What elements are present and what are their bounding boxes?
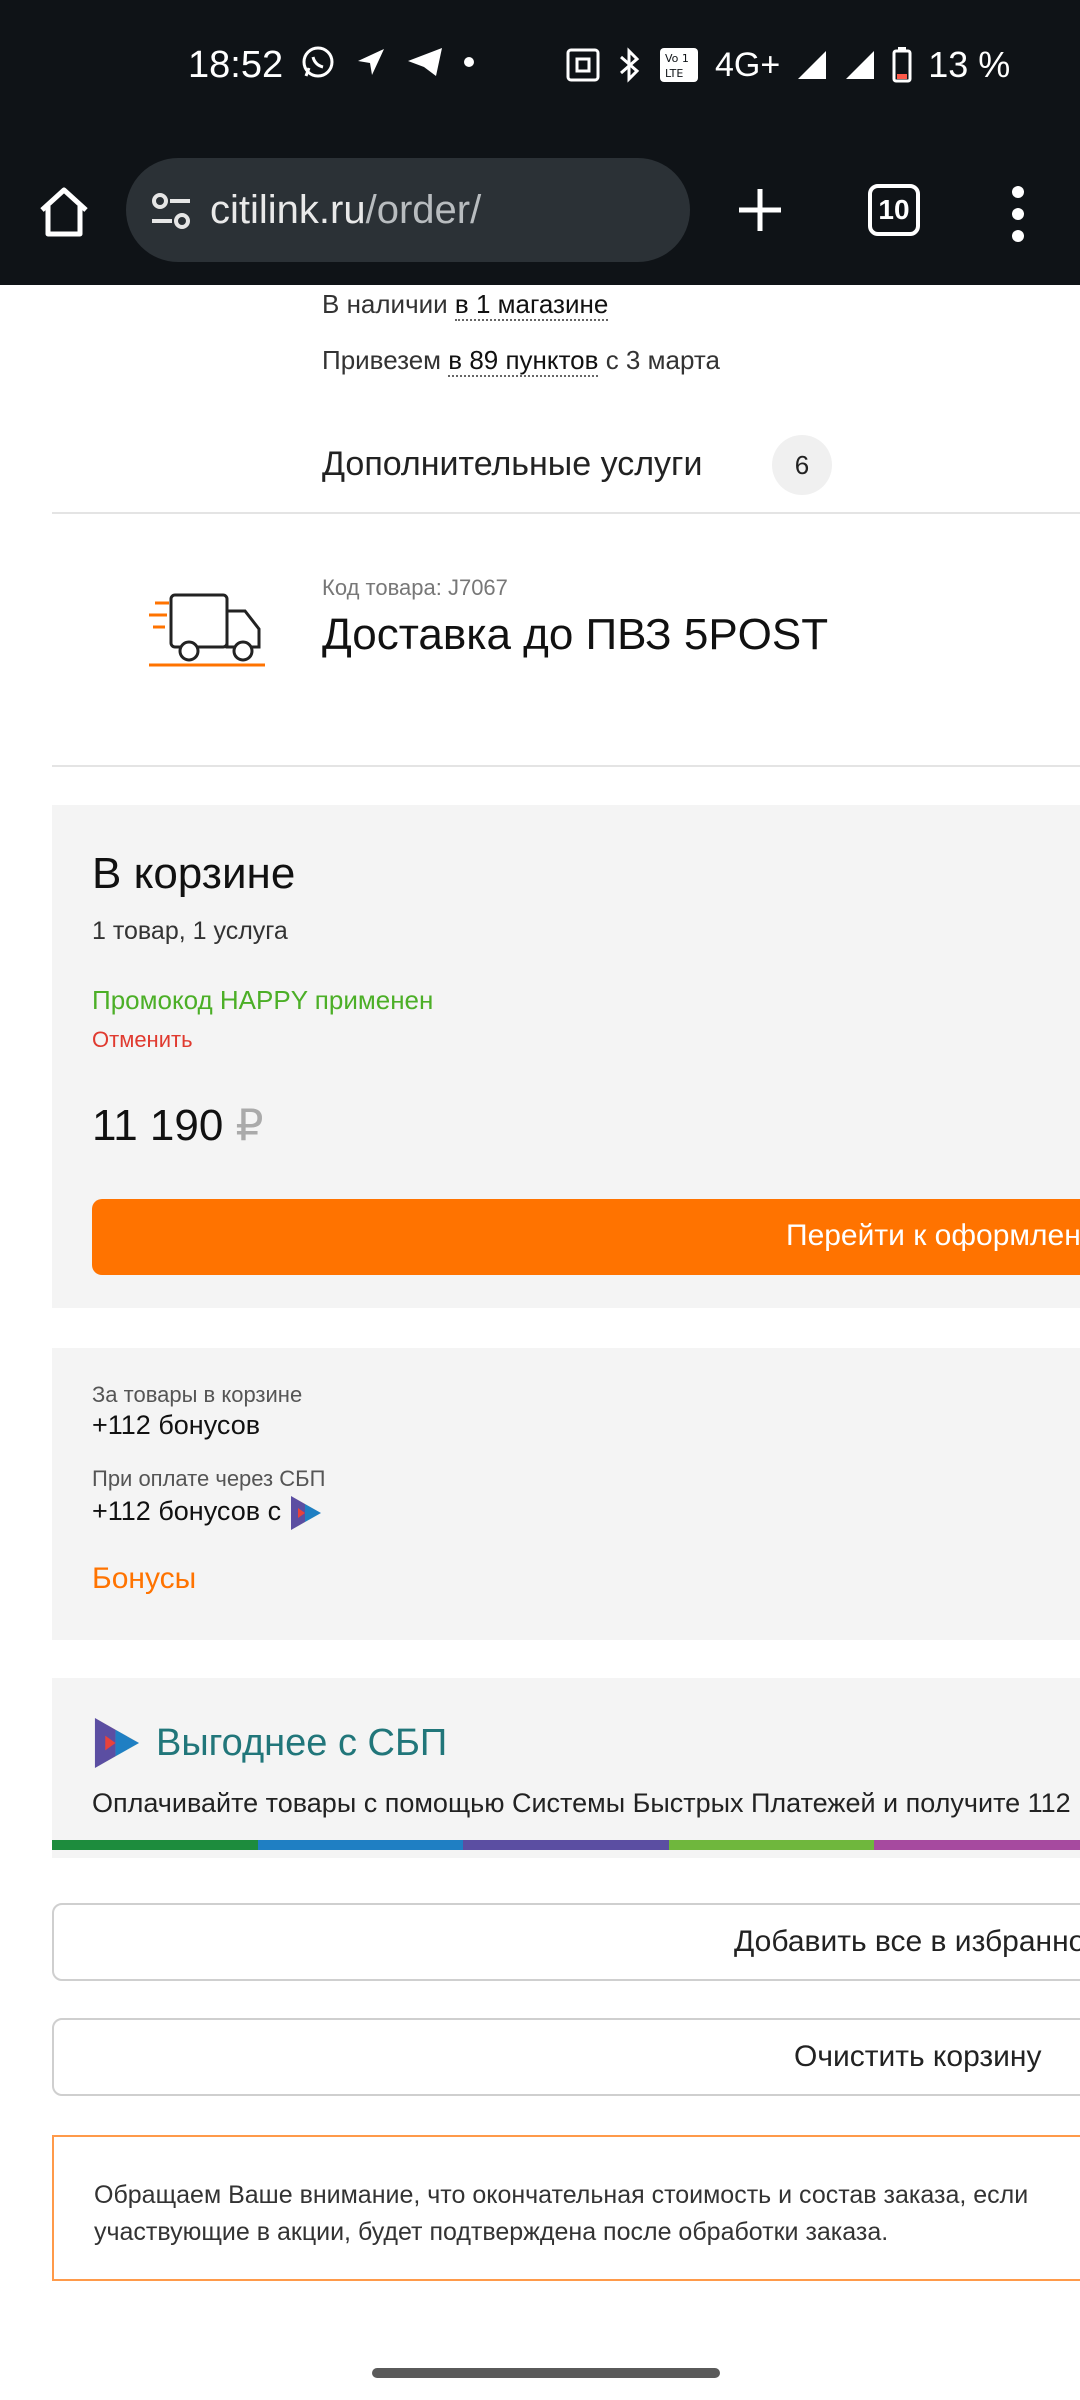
sbp-bonus-line: +112 бонусов с <box>92 1494 323 1532</box>
status-bar: 18:52 Vo 1 LTE 4G+ 13 % <box>0 0 1080 140</box>
divider <box>52 512 1080 514</box>
sbp-logo-icon <box>94 1718 140 1768</box>
checkout-button[interactable]: Перейти к оформлению <box>92 1199 1080 1275</box>
browser-toolbar: citilink.ru/order/ 10 <box>0 140 1080 285</box>
checkout-button-label: Перейти к оформлению <box>786 1219 1080 1252</box>
delivery-date: с 3 марта <box>605 345 720 375</box>
dot-icon <box>464 57 474 67</box>
bonus-info: За товары в корзине +112 бонусов При опл… <box>52 1348 1080 1640</box>
cart-title: В корзине <box>92 849 296 898</box>
address-bar[interactable]: citilink.ru/order/ <box>126 158 690 262</box>
order-notice: Обращаем Ваше внимание, что окончательна… <box>52 2135 1080 2281</box>
product-code: Код товара: J7067 <box>322 575 508 600</box>
sbp-bonus-value: +112 бонусов с <box>92 1496 282 1527</box>
site-settings-icon[interactable] <box>148 188 194 234</box>
promo-applied-text: Промокод HAPPY применен <box>92 985 434 1015</box>
whatsapp-icon <box>302 46 334 78</box>
clear-cart-label: Очистить корзину <box>794 2040 1042 2073</box>
nfc-icon <box>566 48 600 82</box>
delivery-line: Привезем в 89 пунктов с 3 марта <box>322 345 720 377</box>
bluetooth-icon <box>620 47 640 83</box>
availability-prefix: В наличии <box>322 289 448 319</box>
additional-services-toggle[interactable]: Дополнительные услуги <box>322 445 702 484</box>
tab-switcher-button[interactable]: 10 <box>868 184 920 236</box>
new-tab-icon[interactable] <box>735 185 785 235</box>
status-time: 18:52 <box>188 44 284 86</box>
svg-text:LTE: LTE <box>665 67 683 80</box>
sbp-logo-icon <box>290 1496 321 1530</box>
notification-icons <box>300 44 476 80</box>
signal-icon-2 <box>846 51 875 79</box>
sbp-promo-banner[interactable]: Выгоднее с СБП Оплачивайте товары с помо… <box>52 1678 1080 1858</box>
cart-item-count: 1 товар, 1 услуга <box>92 917 288 945</box>
service-title[interactable]: Доставка до ПВЗ 5POST <box>322 610 828 660</box>
gesture-home-indicator[interactable] <box>372 2368 720 2378</box>
notice-line-1: Обращаем Ваше внимание, что окончательна… <box>94 2181 1029 2209</box>
divider <box>52 765 1080 767</box>
network-type: 4G+ <box>715 45 781 84</box>
add-all-to-favorites-button[interactable]: Добавить все в избранное <box>52 1903 1080 1981</box>
cart-summary: В корзине 1 товар, 1 услуга Промокод HAP… <box>52 805 1080 1308</box>
volte-icon: Vo 1 LTE <box>660 48 698 82</box>
sbp-color-stripe <box>52 1840 1080 1850</box>
delivery-truck-icon <box>149 593 265 667</box>
add-all-to-favorites-label: Добавить все в избранное <box>734 1925 1080 1958</box>
cart-total-value: 11 190 <box>92 1101 224 1150</box>
availability-line: В наличии в 1 магазине <box>322 289 609 321</box>
notice-line-2: участвующие в акции, будет подтверждена … <box>94 2218 889 2246</box>
url-path: /order/ <box>365 188 482 232</box>
more-menu-icon[interactable] <box>1010 184 1026 244</box>
cart-bonus-label: За товары в корзине <box>92 1382 303 1407</box>
url-text[interactable]: citilink.ru/order/ <box>210 188 481 233</box>
currency-symbol: ₽ <box>235 1101 264 1150</box>
delivery-points-link[interactable]: в 89 пунктов <box>448 345 599 377</box>
delivery-prefix: Привезем <box>322 345 442 375</box>
notice-text: Обращаем Ваше внимание, что окончательна… <box>94 2177 1028 2251</box>
navigation-arrow-icon <box>358 49 384 75</box>
sbp-promo-title: Выгоднее с СБП <box>156 1722 448 1764</box>
sbp-promo-text: Оплачивайте товары с помощью Системы Быс… <box>92 1788 1071 1818</box>
battery-percent: 13 % <box>928 44 1011 85</box>
svg-text:Vo 1: Vo 1 <box>665 52 689 65</box>
cart-total: 11 190 ₽ <box>92 1100 264 1151</box>
signal-icon <box>798 51 827 79</box>
cart-bonus-value: +112 бонусов <box>92 1410 261 1440</box>
cancel-promo-link[interactable]: Отменить <box>92 1027 193 1053</box>
home-icon[interactable] <box>34 182 94 242</box>
bonuses-link[interactable]: Бонусы <box>92 1562 196 1596</box>
clear-cart-button[interactable]: Очистить корзину <box>52 2018 1080 2096</box>
sbp-bonus-label: При оплате через СБП <box>92 1466 326 1491</box>
services-count-badge: 6 <box>772 435 832 495</box>
availability-link[interactable]: в 1 магазине <box>454 289 609 321</box>
system-icons: Vo 1 LTE 4G+ 13 % <box>565 44 1010 86</box>
url-domain: citilink.ru <box>210 188 366 232</box>
telegram-icon <box>408 48 442 76</box>
battery-icon <box>892 47 912 83</box>
